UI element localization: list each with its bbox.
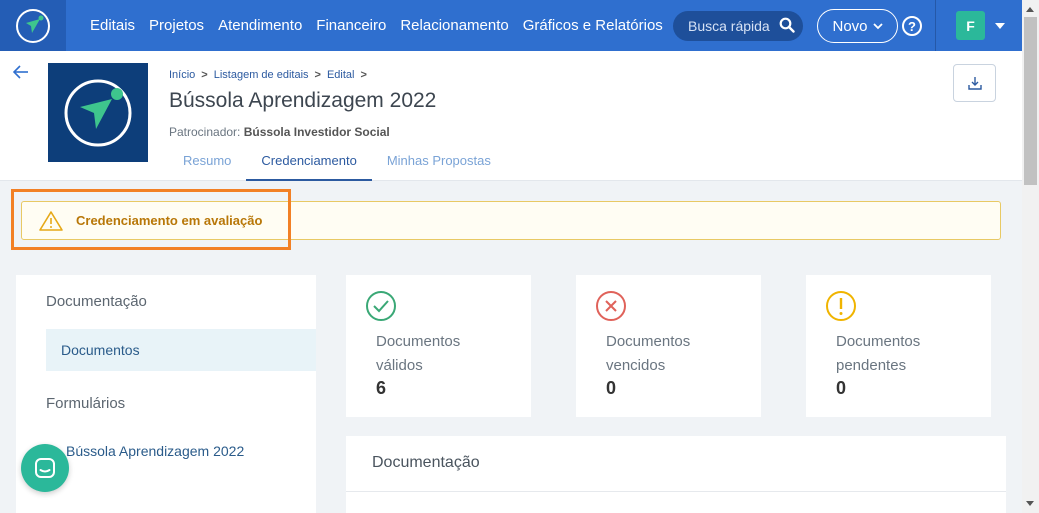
back-arrow-icon[interactable] xyxy=(12,63,29,84)
scrollbar-thumb[interactable] xyxy=(1024,17,1037,185)
user-menu-caret-icon[interactable] xyxy=(995,23,1005,29)
top-navbar: Editais Projetos Atendimento Financeiro … xyxy=(0,0,1022,51)
chat-widget-button[interactable] xyxy=(21,444,69,492)
compass-logo-icon xyxy=(16,8,50,43)
user-avatar[interactable]: F xyxy=(956,11,985,40)
x-circle-icon xyxy=(595,290,627,327)
breadcrumb-separator: > xyxy=(201,69,208,81)
breadcrumb-listagem[interactable]: Listagem de editais xyxy=(214,69,309,81)
breadcrumb-inicio[interactable]: Início xyxy=(169,69,195,81)
sidebar-section-formularios: Formulários xyxy=(46,395,126,412)
nav-projetos[interactable]: Projetos xyxy=(149,17,204,34)
nav-relacionamento[interactable]: Relacionamento xyxy=(400,17,508,34)
breadcrumb-edital[interactable]: Edital xyxy=(327,69,355,81)
card-value: 0 xyxy=(836,378,847,398)
chevron-down-icon xyxy=(872,23,883,30)
tab-resumo[interactable]: Resumo xyxy=(168,150,246,181)
app-logo[interactable] xyxy=(0,0,66,51)
exclamation-circle-icon xyxy=(825,290,857,327)
card-label: Documentos válidos xyxy=(376,333,461,374)
breadcrumb: Início > Listagem de editais > Edital > xyxy=(169,69,367,81)
quick-search xyxy=(673,11,803,41)
nav-atendimento[interactable]: Atendimento xyxy=(218,17,302,34)
card-label: Documentos vencidos xyxy=(606,333,691,374)
page-title: Bússola Aprendizagem 2022 xyxy=(169,89,437,112)
nav-financeiro[interactable]: Financeiro xyxy=(316,17,386,34)
breadcrumb-separator: > xyxy=(360,69,367,81)
sponsor-label: Patrocinador: xyxy=(169,125,241,139)
main-menu: Editais Projetos Atendimento Financeiro … xyxy=(90,17,677,34)
novo-button[interactable]: Novo xyxy=(817,9,898,43)
documentacao-panel: Documentação xyxy=(346,436,1006,513)
card-label: Documentos pendentes xyxy=(836,333,921,374)
nav-editais[interactable]: Editais xyxy=(90,17,135,34)
sidebar-item-formulario[interactable]: Bússola Aprendizagem 2022 xyxy=(66,443,244,459)
scroll-up-arrow-icon[interactable] xyxy=(1026,7,1034,12)
edital-header: Início > Listagem de editais > Edital > … xyxy=(0,51,1022,181)
search-input[interactable] xyxy=(688,18,780,34)
breadcrumb-separator: > xyxy=(314,69,321,81)
card-documentos-validos: Documentos válidos 6 xyxy=(346,275,531,417)
panel-heading: Documentação xyxy=(372,454,480,471)
download-button[interactable] xyxy=(953,64,996,102)
download-icon xyxy=(967,77,982,90)
edital-tabs: Resumo Credenciamento Minhas Propostas xyxy=(168,150,506,181)
nav-graficos-relatorios[interactable]: Gráficos e Relatórios xyxy=(523,17,663,34)
tab-credenciamento[interactable]: Credenciamento xyxy=(246,150,372,181)
card-documentos-vencidos: Documentos vencidos 0 xyxy=(576,275,761,417)
nav-divider xyxy=(935,0,936,51)
sidebar-section-documentacao: Documentação xyxy=(46,293,147,310)
divider xyxy=(346,491,1006,492)
card-value: 0 xyxy=(606,378,617,398)
card-documentos-pendentes: Documentos pendentes 0 xyxy=(806,275,991,417)
check-circle-icon xyxy=(365,290,397,327)
novo-button-label: Novo xyxy=(832,17,868,35)
scroll-down-arrow-icon[interactable] xyxy=(1026,501,1034,506)
sidebar-item-documentos[interactable]: Documentos xyxy=(46,329,316,371)
search-icon[interactable] xyxy=(779,17,795,38)
edital-logo xyxy=(48,63,148,162)
chat-icon xyxy=(35,458,55,478)
tab-minhas-propostas[interactable]: Minhas Propostas xyxy=(372,150,506,181)
help-icon[interactable]: ? xyxy=(902,16,922,36)
sponsor-line: Patrocinador: Bússola Investidor Social xyxy=(169,125,390,139)
sponsor-name: Bússola Investidor Social xyxy=(243,125,390,139)
annotation-highlight-box xyxy=(11,189,291,250)
compass-logo-icon xyxy=(64,79,132,146)
card-value: 6 xyxy=(376,378,387,398)
vertical-scrollbar[interactable] xyxy=(1022,0,1039,513)
